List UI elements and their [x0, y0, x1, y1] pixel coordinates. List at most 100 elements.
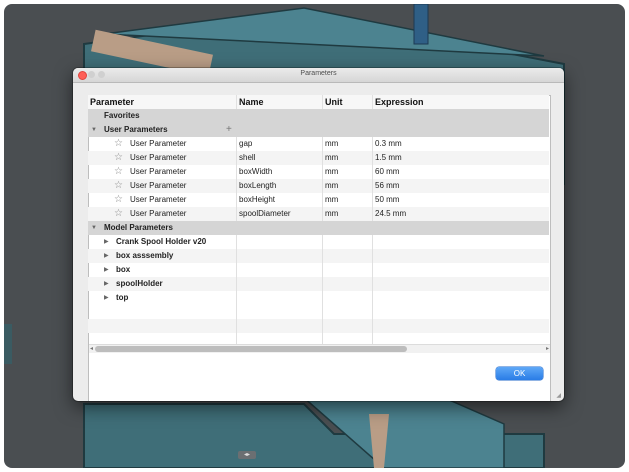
model-parameters-group-row[interactable]: ▼ Model Parameters — [88, 221, 549, 235]
model-parameter-row[interactable]: ▶ spoolHolder — [88, 277, 549, 291]
disclosure-triangle-icon[interactable]: ▶ — [104, 235, 109, 249]
column-divider — [322, 277, 323, 291]
column-divider — [236, 249, 237, 263]
column-divider — [322, 263, 323, 277]
disclosure-triangle-icon[interactable]: ▶ — [104, 263, 109, 277]
column-divider — [322, 319, 323, 333]
parameter-name[interactable]: boxLength — [239, 179, 321, 193]
column-divider — [372, 179, 373, 193]
parameter-name[interactable]: gap — [239, 137, 321, 151]
column-divider — [236, 193, 237, 207]
column-divider — [322, 249, 323, 263]
column-divider — [236, 165, 237, 179]
column-divider — [322, 305, 323, 319]
parameter-type: User Parameter — [130, 195, 187, 204]
star-outline-icon[interactable]: ☆ — [114, 193, 123, 206]
user-parameter-row[interactable]: ☆ User Parameter shell mm 1.5 mm — [88, 151, 549, 165]
parameter-expression[interactable]: 24.5 mm — [375, 207, 545, 221]
column-divider — [372, 137, 373, 151]
star-outline-icon[interactable]: ☆ — [114, 179, 123, 192]
column-divider — [372, 249, 373, 263]
column-header-expression[interactable]: Expression — [375, 95, 545, 109]
column-header-unit[interactable]: Unit — [325, 95, 371, 109]
column-divider — [372, 165, 373, 179]
column-divider — [322, 151, 323, 165]
star-outline-icon[interactable]: ☆ — [114, 207, 123, 220]
user-parameter-row[interactable]: ☆ User Parameter boxLength mm 56 mm — [88, 179, 549, 193]
resize-grip-icon[interactable]: ◢ — [556, 392, 561, 399]
scrollbar-thumb[interactable] — [95, 346, 407, 352]
disclosure-triangle-icon[interactable]: ▶ — [104, 277, 109, 291]
column-divider[interactable] — [372, 95, 373, 109]
horizontal-scrollbar[interactable]: ◂ ▸ — [89, 344, 550, 353]
column-divider — [236, 151, 237, 165]
add-parameter-plus-icon[interactable]: + — [226, 123, 232, 137]
model-component-label: top — [116, 293, 129, 302]
column-divider — [322, 193, 323, 207]
column-header-parameter[interactable]: Parameter — [90, 95, 235, 109]
column-divider — [236, 305, 237, 319]
column-divider — [236, 319, 237, 333]
column-divider — [372, 207, 373, 221]
parameter-name[interactable]: boxHeight — [239, 193, 321, 207]
column-divider — [322, 165, 323, 179]
disclosure-triangle-icon[interactable]: ▼ — [91, 123, 97, 137]
user-parameter-row[interactable]: ☆ User Parameter boxHeight mm 50 mm — [88, 193, 549, 207]
column-divider[interactable] — [236, 95, 237, 109]
parameter-unit[interactable]: mm — [325, 207, 371, 221]
viewcube-hint[interactable]: ◂▸ — [238, 451, 256, 459]
scroll-left-arrow-icon[interactable]: ◂ — [90, 345, 93, 353]
column-divider — [372, 305, 373, 319]
parameter-type: User Parameter — [130, 139, 187, 148]
parameter-expression[interactable]: 56 mm — [375, 179, 545, 193]
parameter-expression[interactable]: 50 mm — [375, 193, 545, 207]
column-divider — [236, 235, 237, 249]
model-component-label: box asssembly — [116, 251, 174, 260]
parameter-unit[interactable]: mm — [325, 193, 371, 207]
model-parameter-row[interactable]: ▶ top — [88, 291, 549, 305]
model-component-label: box — [116, 265, 131, 274]
user-parameter-row[interactable]: ☆ User Parameter spoolDiameter mm 24.5 mm — [88, 207, 549, 221]
parameter-name[interactable]: spoolDiameter — [239, 207, 321, 221]
parameter-unit[interactable]: mm — [325, 151, 371, 165]
title-bar: Parameters — [73, 68, 564, 83]
column-divider — [372, 277, 373, 291]
empty-row — [88, 319, 549, 333]
star-outline-icon[interactable]: ☆ — [114, 137, 123, 150]
model-parameter-row[interactable]: ▶ box — [88, 263, 549, 277]
star-outline-icon[interactable]: ☆ — [114, 151, 123, 164]
parameters-dialog: Parameters Parameter Name Unit Expressio… — [73, 68, 564, 401]
parameter-expression[interactable]: 1.5 mm — [375, 151, 545, 165]
parameter-unit[interactable]: mm — [325, 137, 371, 151]
star-outline-icon[interactable]: ☆ — [114, 165, 123, 178]
column-divider — [322, 137, 323, 151]
ok-button[interactable]: OK — [496, 367, 543, 380]
parameter-expression[interactable]: 0.3 mm — [375, 137, 545, 151]
user-parameter-row[interactable]: ☆ User Parameter boxWidth mm 60 mm — [88, 165, 549, 179]
disclosure-triangle-icon[interactable]: ▶ — [104, 249, 109, 263]
favorites-row[interactable]: Favorites — [88, 109, 549, 123]
column-header-name[interactable]: Name — [239, 95, 321, 109]
column-divider — [236, 291, 237, 305]
column-divider — [372, 319, 373, 333]
parameter-expression[interactable]: 60 mm — [375, 165, 545, 179]
window-title: Parameters — [300, 70, 337, 77]
user-parameters-group-row[interactable]: ▼ User Parameters + — [88, 123, 549, 137]
parameter-name[interactable]: shell — [239, 151, 321, 165]
column-divider — [322, 291, 323, 305]
disclosure-triangle-icon[interactable]: ▶ — [104, 291, 109, 305]
column-divider — [372, 151, 373, 165]
model-parameter-row[interactable]: ▶ box asssembly — [88, 249, 549, 263]
column-divider — [372, 291, 373, 305]
scroll-right-arrow-icon[interactable]: ▸ — [546, 345, 549, 353]
parameter-type: User Parameter — [130, 181, 187, 190]
user-parameter-row[interactable]: ☆ User Parameter gap mm 0.3 mm — [88, 137, 549, 151]
model-component-label: Crank Spool Holder v20 — [116, 237, 207, 246]
disclosure-triangle-icon[interactable]: ▼ — [91, 221, 97, 235]
parameter-unit[interactable]: mm — [325, 165, 371, 179]
parameter-unit[interactable]: mm — [325, 179, 371, 193]
parameter-name[interactable]: boxWidth — [239, 165, 321, 179]
parameters-grid: Parameter Name Unit Expression Favorites… — [88, 95, 551, 401]
column-divider[interactable] — [322, 95, 323, 109]
model-parameter-row[interactable]: ▶ Crank Spool Holder v20 — [88, 235, 549, 249]
